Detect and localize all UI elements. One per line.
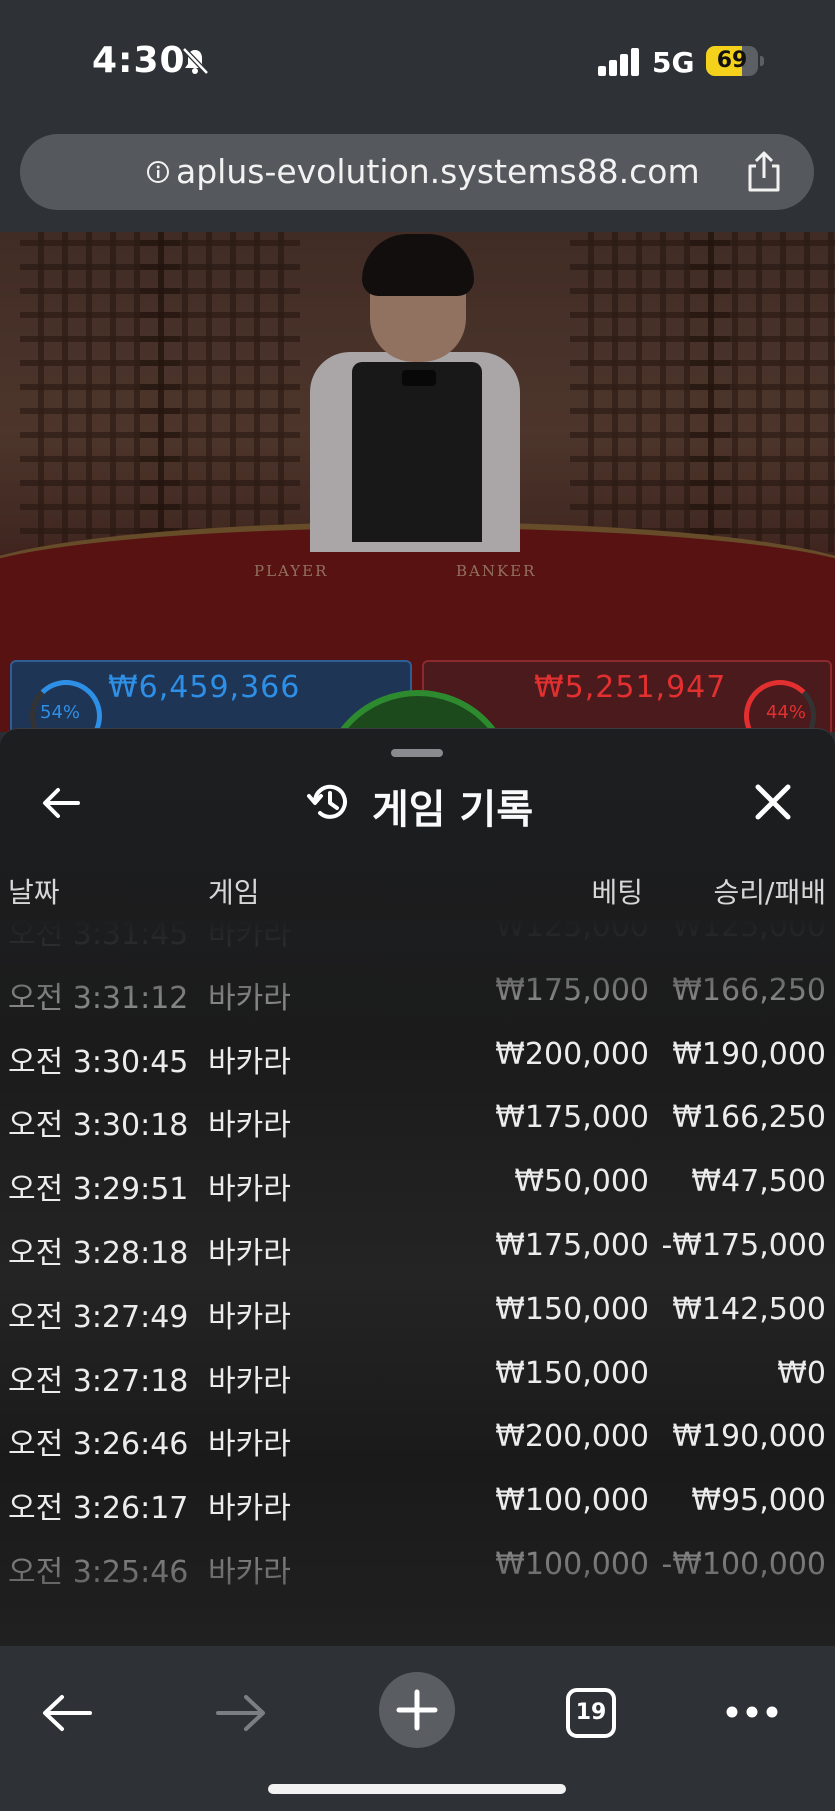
row-game: 바카라 [208,1363,291,1399]
row-game: 바카라 [208,1555,291,1590]
row-game: 바카라 [208,1044,291,1080]
row-bet: ₩150,000 [495,1355,649,1391]
player-total-bet: ₩6,459,366 [108,670,301,705]
row-time: 오전 3:26:17 [8,1491,189,1527]
back-icon[interactable] [40,1690,94,1736]
row-time: 오전 3:25:46 [8,1555,189,1590]
history-row[interactable]: 오전 3:27:18 바카라 ₩150,000 ₩0 [0,1344,835,1408]
share-icon[interactable] [744,150,784,194]
address-bar[interactable]: aplus-evolution.systems88.com [20,134,814,210]
row-result: ₩0 [777,1355,826,1391]
history-row[interactable]: 오전 3:27:49 바카라 ₩150,000 ₩142,500 [0,1280,835,1344]
row-bet: ₩175,000 [495,1228,649,1263]
row-bet: ₩150,000 [495,1291,649,1327]
column-header-date: 날짜 [8,876,60,909]
row-time: 오전 3:26:46 [8,1427,189,1463]
history-row[interactable]: 오전 3:31:45 바카라 ₩125,000 ₩125,000 [0,919,835,961]
row-result: ₩166,250 [672,1100,826,1136]
row-bet: ₩100,000 [495,1483,649,1519]
row-time: 오전 3:30:18 [8,1108,189,1144]
row-game: 바카라 [208,1172,291,1208]
row-result: ₩190,000 [672,1036,826,1072]
bell-slash-icon [182,47,209,75]
row-bet: ₩175,000 [495,972,649,1008]
row-result: ₩47,500 [691,1164,826,1200]
row-game: 바카라 [208,1491,291,1527]
status-time: 4:30 [92,40,186,81]
browser-toolbar: 19 [0,1646,835,1811]
new-tab-button[interactable] [379,1672,455,1748]
history-row[interactable]: 오전 3:26:17 바카라 ₩100,000 ₩95,000 [0,1471,835,1535]
player-percent: 54% [40,702,81,723]
battery-icon: 69 [706,46,764,76]
sheet-title: 게임 기록 [372,787,534,833]
home-indicator[interactable] [268,1784,566,1794]
row-time: 오전 3:31:45 [8,919,189,952]
row-result: -₩175,000 [661,1228,826,1263]
info-icon[interactable] [146,160,170,184]
banker-total-bet: ₩5,251,947 [534,670,727,705]
column-header-result: 승리/패배 [713,876,826,909]
url-text[interactable]: aplus-evolution.systems88.com [176,152,700,191]
row-result: ₩95,000 [691,1483,826,1519]
forward-icon[interactable] [214,1690,268,1736]
row-game: 바카라 [208,1108,291,1144]
row-time: 오전 3:27:49 [8,1299,189,1335]
history-row[interactable]: 오전 3:29:51 바카라 ₩50,000 ₩47,500 [0,1152,835,1216]
column-header-game: 게임 [208,876,260,909]
close-icon[interactable] [752,781,794,823]
row-game: 바카라 [208,980,291,1016]
signal-icon [598,48,639,76]
row-game: 바카라 [208,1299,291,1335]
row-bet: ₩50,000 [514,1164,649,1200]
row-game: 바카라 [208,919,291,952]
live-game-video[interactable]: PLAYER BANKER 54% ₩6,459,366 44% ₩5,251,… [0,232,835,732]
column-header-bet: 베팅 [591,876,643,909]
tabs-icon[interactable]: 19 [566,1688,616,1738]
history-icon [307,784,347,819]
battery-percent: 69 [716,48,748,73]
history-row[interactable]: 오전 3:30:18 바카라 ₩175,000 ₩166,250 [0,1088,835,1152]
row-bet: ₩100,000 [495,1547,649,1582]
more-icon[interactable] [724,1704,780,1720]
history-row[interactable]: 오전 3:30:45 바카라 ₩200,000 ₩190,000 [0,1025,835,1089]
back-arrow-icon[interactable] [40,781,84,825]
row-game: 바카라 [208,1236,291,1271]
row-time: 오전 3:31:12 [8,980,189,1016]
row-time: 오전 3:30:45 [8,1044,189,1080]
row-result: ₩166,250 [672,972,826,1008]
row-time: 오전 3:27:18 [8,1363,189,1399]
row-time: 오전 3:29:51 [8,1172,189,1208]
row-bet: ₩200,000 [495,1419,649,1455]
row-result: ₩142,500 [672,1291,826,1327]
row-game: 바카라 [208,1427,291,1463]
status-bar: 4:30 5G 69 [0,0,835,120]
row-bet: ₩175,000 [495,1100,649,1136]
sheet-grabber[interactable] [391,749,443,757]
network-label: 5G [652,46,695,79]
row-result: ₩125,000 [672,919,826,944]
row-time: 오전 3:28:18 [8,1236,189,1271]
history-row[interactable]: 오전 3:31:12 바카라 ₩175,000 ₩166,250 [0,961,835,1025]
game-history-sheet: 게임 기록 날짜 게임 베팅 승리/패배 오전 3:31:45 바카라 ₩125,0… [0,728,835,1646]
row-bet: ₩200,000 [495,1036,649,1072]
banker-percent: 44% [765,702,806,723]
row-result: ₩190,000 [672,1419,826,1455]
history-list[interactable]: 오전 3:31:45 바카라 ₩125,000 ₩125,000 오전 3:31:12 바… [0,919,835,1619]
history-row[interactable]: 오전 3:25:46 바카라 ₩100,000 -₩100,000 [0,1535,835,1599]
row-bet: ₩125,000 [495,919,649,944]
browser-address-area: aplus-evolution.systems88.com [0,120,835,232]
row-result: -₩100,000 [661,1547,826,1582]
plus-icon [396,1689,438,1731]
history-row[interactable]: 오전 3:26:46 바카라 ₩200,000 ₩190,000 [0,1407,835,1471]
history-row[interactable]: 오전 3:28:18 바카라 ₩175,000 -₩175,000 [0,1216,835,1280]
